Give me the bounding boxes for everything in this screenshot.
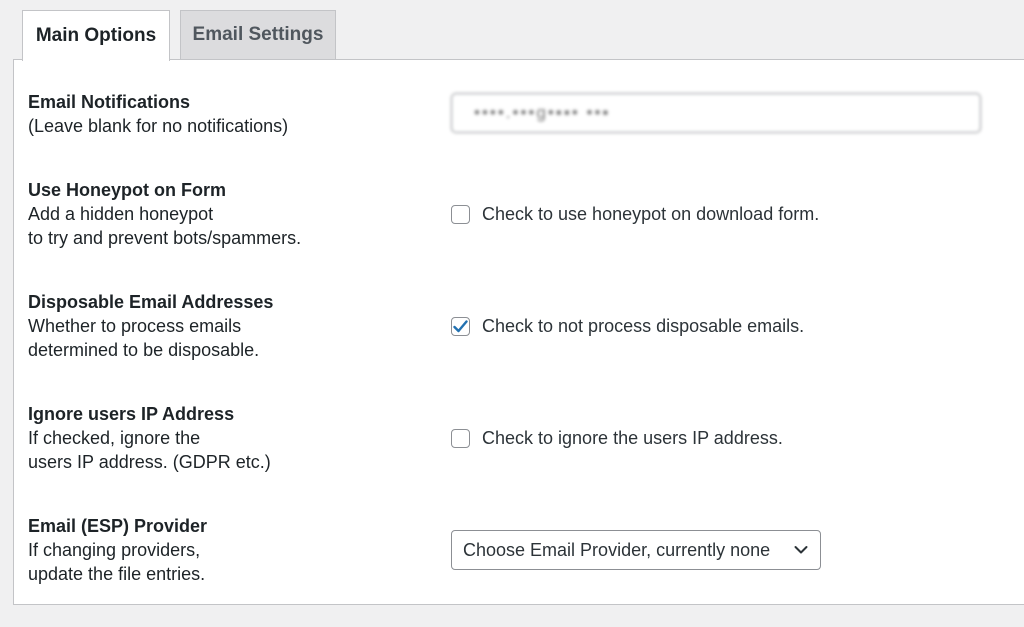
settings-panel: Email Notifications (Leave blank for no … bbox=[13, 59, 1024, 605]
setting-label-honeypot: Use Honeypot on Form Add a hidden honeyp… bbox=[28, 178, 301, 250]
checkmark-icon bbox=[453, 320, 468, 333]
setting-title: Disposable Email Addresses bbox=[28, 292, 274, 312]
checkbox-text: Check to not process disposable emails. bbox=[482, 316, 805, 336]
setting-description: Add a hidden honeypot bbox=[28, 204, 214, 224]
tab-main-options[interactable]: Main Options bbox=[22, 10, 170, 61]
email-notifications-input[interactable] bbox=[451, 93, 981, 133]
honeypot-checkbox[interactable] bbox=[451, 205, 470, 224]
setting-title: Email Notifications bbox=[28, 92, 191, 112]
setting-label-email-notifications: Email Notifications (Leave blank for no … bbox=[28, 90, 288, 138]
setting-description: Whether to process emails bbox=[28, 316, 242, 336]
checkbox-text: Check to use honeypot on download form. bbox=[482, 204, 820, 224]
esp-provider-select[interactable]: Choose Email Provider, currently none bbox=[451, 530, 821, 570]
setting-label-disposable: Disposable Email Addresses Whether to pr… bbox=[28, 290, 273, 362]
disposable-checkbox-label[interactable]: Check to not process disposable emails. bbox=[451, 316, 804, 337]
chevron-down-icon bbox=[794, 546, 808, 554]
setting-description: If checked, ignore the bbox=[28, 428, 201, 448]
setting-description: users IP address. (GDPR etc.) bbox=[28, 452, 271, 472]
setting-label-ignore-ip: Ignore users IP Address If checked, igno… bbox=[28, 402, 271, 474]
select-value: Choose Email Provider, currently none bbox=[463, 539, 771, 560]
setting-description: to try and prevent bots/spammers. bbox=[28, 228, 302, 248]
tab-bar: Main Options Email Settings bbox=[22, 10, 336, 61]
setting-title: Ignore users IP Address bbox=[28, 404, 235, 424]
setting-description: determined to be disposable. bbox=[28, 340, 260, 360]
ignore-ip-checkbox[interactable] bbox=[451, 429, 470, 448]
setting-description: update the file entries. bbox=[28, 564, 206, 584]
honeypot-checkbox-label[interactable]: Check to use honeypot on download form. bbox=[451, 204, 819, 225]
ignore-ip-checkbox-label[interactable]: Check to ignore the users IP address. bbox=[451, 428, 783, 449]
tab-email-settings[interactable]: Email Settings bbox=[180, 10, 336, 59]
checkbox-text: Check to ignore the users IP address. bbox=[482, 428, 783, 448]
setting-title: Email (ESP) Provider bbox=[28, 516, 208, 536]
setting-label-esp-provider: Email (ESP) Provider If changing provide… bbox=[28, 514, 207, 586]
setting-title: Use Honeypot on Form bbox=[28, 180, 227, 200]
setting-description: If changing providers, bbox=[28, 540, 201, 560]
disposable-checkbox[interactable] bbox=[451, 317, 470, 336]
setting-description: (Leave blank for no notifications) bbox=[28, 116, 289, 136]
